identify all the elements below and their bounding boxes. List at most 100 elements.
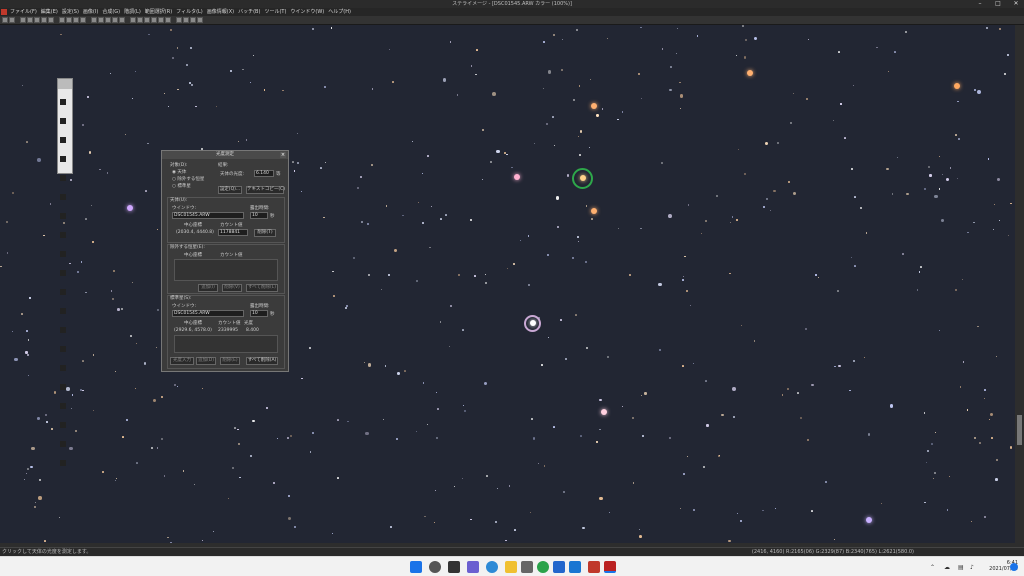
- crop-icon[interactable]: [144, 17, 150, 23]
- std-delete-button[interactable]: 削除(E): [220, 357, 240, 365]
- resize-icon[interactable]: [165, 17, 171, 23]
- rotate-icon[interactable]: [151, 17, 157, 23]
- rect-tool-icon[interactable]: [59, 288, 66, 295]
- text-copy-button[interactable]: テキストコピー(C): [246, 186, 285, 194]
- search-icon[interactable]: [429, 561, 441, 573]
- measure-tool-icon[interactable]: [59, 193, 66, 200]
- cut-icon[interactable]: [34, 17, 40, 23]
- text-tool-icon[interactable]: [59, 250, 66, 257]
- target-radio-object[interactable]: ◉ 天体: [172, 170, 186, 175]
- settings-button[interactable]: 設定(Q)...: [218, 186, 242, 194]
- tray-cloud-icon[interactable]: ☁: [944, 564, 950, 571]
- std-exposure-input[interactable]: 10: [250, 310, 268, 317]
- bg-color-icon[interactable]: [59, 421, 66, 428]
- undo-icon[interactable]: [59, 17, 65, 23]
- dialog-header[interactable]: 光度測定 ×: [162, 151, 288, 159]
- pencil-tool-icon[interactable]: [59, 212, 66, 219]
- dialog-close-icon[interactable]: ×: [280, 152, 286, 158]
- menu-filter[interactable]: フィルタ(L): [176, 8, 203, 16]
- ellipse-tool-icon[interactable]: [59, 307, 66, 314]
- menu-window[interactable]: ウインドウ(W): [290, 8, 324, 16]
- info-icon[interactable]: [183, 17, 189, 23]
- std-clear-button[interactable]: すべて削除(A): [246, 357, 278, 365]
- exclude-list[interactable]: [174, 259, 278, 281]
- menu-edit[interactable]: 編集(E): [41, 8, 58, 16]
- menu-help[interactable]: ヘルプ(H): [328, 8, 351, 16]
- notification-icon[interactable]: [1010, 563, 1018, 571]
- std-window-select[interactable]: DSC01545.ARW: [172, 310, 244, 317]
- network-icon[interactable]: ▤: [958, 564, 964, 571]
- fill-tool-icon[interactable]: [59, 364, 66, 371]
- store-icon[interactable]: [553, 561, 565, 573]
- line-tool-icon[interactable]: [59, 269, 66, 276]
- target-radio-standard[interactable]: ○ 標準星: [172, 184, 191, 189]
- print-icon[interactable]: [27, 17, 33, 23]
- mask-tool-icon[interactable]: [59, 440, 66, 447]
- close-icon[interactable]: ✕: [1010, 0, 1022, 8]
- zoom-out-icon[interactable]: [80, 17, 86, 23]
- new-icon[interactable]: [2, 17, 8, 23]
- menu-file[interactable]: ファイル(F): [10, 8, 37, 16]
- volume-icon[interactable]: ♪: [970, 564, 974, 571]
- obj-window-select[interactable]: DSC01545.ARW: [172, 212, 244, 219]
- exclude-clear-button[interactable]: すべて削除(L): [246, 284, 278, 292]
- brush-tool-icon[interactable]: [59, 231, 66, 238]
- batch-icon[interactable]: [190, 17, 196, 23]
- composite-icon[interactable]: [130, 17, 136, 23]
- gradient-tool-icon[interactable]: [59, 383, 66, 390]
- hand-tool-icon[interactable]: [59, 136, 66, 143]
- scroll-thumb[interactable]: [1017, 415, 1022, 445]
- filter-icon[interactable]: [112, 17, 118, 23]
- std-add-button[interactable]: 追加(D): [196, 357, 216, 365]
- stamp-tool-icon[interactable]: [59, 326, 66, 333]
- save-icon[interactable]: [20, 17, 26, 23]
- eyedropper-tool-icon[interactable]: [59, 174, 66, 181]
- menu-image-info[interactable]: 画像情報(X): [207, 8, 234, 16]
- swap-tool-icon[interactable]: [59, 459, 66, 466]
- widgets-icon[interactable]: [467, 561, 479, 573]
- menu-tools[interactable]: ツール(T): [264, 8, 286, 16]
- histogram-icon[interactable]: [176, 17, 182, 23]
- mail-icon[interactable]: [569, 561, 581, 573]
- start-icon[interactable]: [410, 561, 422, 573]
- tool-palette-header[interactable]: [58, 79, 72, 89]
- align-icon[interactable]: [137, 17, 143, 23]
- task-view-icon[interactable]: [448, 561, 460, 573]
- exclude-remove-button[interactable]: 削除(V): [222, 284, 242, 292]
- paste-icon[interactable]: [48, 17, 54, 23]
- color-icon[interactable]: [105, 17, 111, 23]
- minimize-icon[interactable]: –: [974, 0, 986, 8]
- levels-icon[interactable]: [91, 17, 97, 23]
- menu-composite[interactable]: 合成(G): [102, 8, 120, 16]
- target-radio-exclude[interactable]: ○ 除外する恒星: [172, 177, 204, 182]
- obj-delete-button[interactable]: 削除(T): [254, 229, 276, 237]
- chrome-icon[interactable]: [537, 561, 549, 573]
- obj-exposure-input[interactable]: 10: [250, 212, 268, 219]
- fg-color-icon[interactable]: [59, 402, 66, 409]
- tray-chevron-icon[interactable]: ⌃: [930, 564, 935, 571]
- std-mag-input-button[interactable]: 光度入力: [170, 357, 194, 365]
- zoom-in-icon[interactable]: [73, 17, 79, 23]
- image-canvas[interactable]: 光度測定 × 対象(D): ◉ 天体 ○ 除外する恒星 ○ 標準星 結果: 天体…: [0, 25, 1015, 547]
- curves-icon[interactable]: [98, 17, 104, 23]
- explorer-icon[interactable]: [505, 561, 517, 573]
- maximize-icon[interactable]: □: [992, 0, 1004, 8]
- menu-image[interactable]: 画像(I): [83, 8, 98, 16]
- copy-icon[interactable]: [41, 17, 47, 23]
- menu-levels[interactable]: 階調(L): [124, 8, 141, 16]
- stellaimage-active-icon[interactable]: [604, 561, 616, 573]
- edge-icon[interactable]: [486, 561, 498, 573]
- open-icon[interactable]: [9, 17, 15, 23]
- menu-settings[interactable]: 設定(S): [62, 8, 79, 16]
- lasso-tool-icon[interactable]: [59, 117, 66, 124]
- flip-icon[interactable]: [158, 17, 164, 23]
- select-tool-icon[interactable]: [59, 98, 66, 105]
- zoom-tool-icon[interactable]: [59, 155, 66, 162]
- stellaimage-icon[interactable]: [588, 561, 600, 573]
- menu-batch[interactable]: バッチ(B): [238, 8, 260, 16]
- standard-list[interactable]: [174, 335, 278, 353]
- exclude-add-button[interactable]: 追加(I): [198, 284, 218, 292]
- redo-icon[interactable]: [66, 17, 72, 23]
- vertical-scrollbar[interactable]: [1015, 25, 1024, 547]
- menu-selection[interactable]: 範囲選択(R): [145, 8, 172, 16]
